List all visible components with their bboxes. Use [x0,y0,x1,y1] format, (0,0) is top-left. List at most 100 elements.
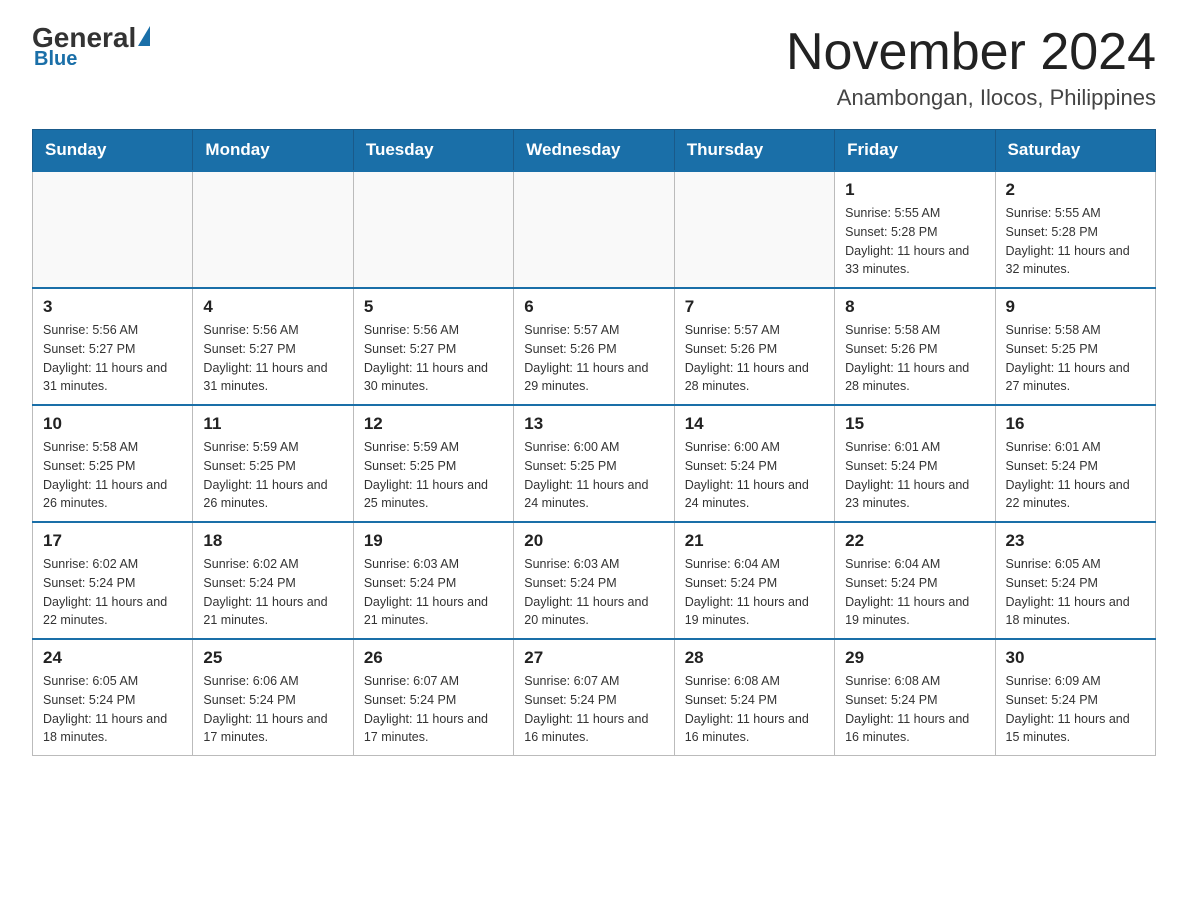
day-info: Sunrise: 6:02 AMSunset: 5:24 PMDaylight:… [203,555,342,630]
day-info: Sunrise: 5:56 AMSunset: 5:27 PMDaylight:… [43,321,182,396]
day-info: Sunrise: 5:58 AMSunset: 5:25 PMDaylight:… [1006,321,1145,396]
day-info: Sunrise: 6:01 AMSunset: 5:24 PMDaylight:… [845,438,984,513]
day-number: 18 [203,531,342,551]
calendar-cell: 10 Sunrise: 5:58 AMSunset: 5:25 PMDayligh… [33,405,193,522]
day-number: 8 [845,297,984,317]
calendar-cell: 4 Sunrise: 5:56 AMSunset: 5:27 PMDaylight… [193,288,353,405]
day-number: 26 [364,648,503,668]
calendar-title: November 2024 [786,24,1156,81]
day-info: Sunrise: 5:56 AMSunset: 5:27 PMDaylight:… [203,321,342,396]
day-info: Sunrise: 5:55 AMSunset: 5:28 PMDaylight:… [845,204,984,279]
day-info: Sunrise: 5:59 AMSunset: 5:25 PMDaylight:… [364,438,503,513]
calendar-cell: 19 Sunrise: 6:03 AMSunset: 5:24 PMDayligh… [353,522,513,639]
day-info: Sunrise: 6:01 AMSunset: 5:24 PMDaylight:… [1006,438,1145,513]
day-number: 7 [685,297,824,317]
day-number: 30 [1006,648,1145,668]
day-info: Sunrise: 6:05 AMSunset: 5:24 PMDaylight:… [1006,555,1145,630]
calendar-cell: 21 Sunrise: 6:04 AMSunset: 5:24 PMDayligh… [674,522,834,639]
week-row-1: 1 Sunrise: 5:55 AMSunset: 5:28 PMDaylight… [33,171,1156,288]
week-row-2: 3 Sunrise: 5:56 AMSunset: 5:27 PMDaylight… [33,288,1156,405]
day-number: 20 [524,531,663,551]
calendar-cell: 30Sunrise: 6:09 AMSunset: 5:24 PMDayligh… [995,639,1155,756]
day-number: 17 [43,531,182,551]
day-info: Sunrise: 6:03 AMSunset: 5:24 PMDaylight:… [524,555,663,630]
title-area: November 2024 Anambongan, Ilocos, Philip… [786,24,1156,111]
day-number: 13 [524,414,663,434]
day-info: Sunrise: 6:04 AMSunset: 5:24 PMDaylight:… [845,555,984,630]
calendar-cell: 17Sunrise: 6:02 AMSunset: 5:24 PMDayligh… [33,522,193,639]
day-number: 24 [43,648,182,668]
day-number: 21 [685,531,824,551]
calendar-cell: 24 Sunrise: 6:05 AMSunset: 5:24 PMDayligh… [33,639,193,756]
logo-area: General Blue [32,24,150,71]
column-header-saturday: Saturday [995,130,1155,172]
calendar-cell: 2 Sunrise: 5:55 AMSunset: 5:28 PMDaylight… [995,171,1155,288]
day-info: Sunrise: 6:04 AMSunset: 5:24 PMDaylight:… [685,555,824,630]
calendar-cell [353,171,513,288]
calendar-cell: 15 Sunrise: 6:01 AMSunset: 5:24 PMDayligh… [835,405,995,522]
day-info: Sunrise: 6:08 AMSunset: 5:24 PMDaylight:… [845,672,984,747]
column-header-sunday: Sunday [33,130,193,172]
day-info: Sunrise: 5:58 AMSunset: 5:25 PMDaylight:… [43,438,182,513]
calendar-cell [674,171,834,288]
day-info: Sunrise: 6:06 AMSunset: 5:24 PMDaylight:… [203,672,342,747]
calendar-cell [193,171,353,288]
day-number: 3 [43,297,182,317]
day-info: Sunrise: 6:08 AMSunset: 5:24 PMDaylight:… [685,672,824,747]
week-row-5: 24 Sunrise: 6:05 AMSunset: 5:24 PMDayligh… [33,639,1156,756]
calendar-cell [514,171,674,288]
calendar-cell: 29 Sunrise: 6:08 AMSunset: 5:24 PMDayligh… [835,639,995,756]
day-number: 25 [203,648,342,668]
column-header-wednesday: Wednesday [514,130,674,172]
calendar-cell: 18 Sunrise: 6:02 AMSunset: 5:24 PMDayligh… [193,522,353,639]
day-info: Sunrise: 5:57 AMSunset: 5:26 PMDaylight:… [685,321,824,396]
day-number: 5 [364,297,503,317]
day-info: Sunrise: 6:05 AMSunset: 5:24 PMDaylight:… [43,672,182,747]
day-number: 2 [1006,180,1145,200]
day-info: Sunrise: 6:00 AMSunset: 5:24 PMDaylight:… [685,438,824,513]
day-number: 10 [43,414,182,434]
calendar-cell: 6 Sunrise: 5:57 AMSunset: 5:26 PMDaylight… [514,288,674,405]
day-info: Sunrise: 6:00 AMSunset: 5:25 PMDaylight:… [524,438,663,513]
calendar-table: SundayMondayTuesdayWednesdayThursdayFrid… [32,129,1156,756]
calendar-cell [33,171,193,288]
calendar-cell: 13 Sunrise: 6:00 AMSunset: 5:25 PMDayligh… [514,405,674,522]
calendar-cell: 27 Sunrise: 6:07 AMSunset: 5:24 PMDayligh… [514,639,674,756]
day-number: 6 [524,297,663,317]
day-info: Sunrise: 5:55 AMSunset: 5:28 PMDaylight:… [1006,204,1145,279]
day-number: 12 [364,414,503,434]
calendar-cell: 25 Sunrise: 6:06 AMSunset: 5:24 PMDayligh… [193,639,353,756]
calendar-cell: 12 Sunrise: 5:59 AMSunset: 5:25 PMDayligh… [353,405,513,522]
calendar-cell: 16 Sunrise: 6:01 AMSunset: 5:24 PMDayligh… [995,405,1155,522]
calendar-cell: 3 Sunrise: 5:56 AMSunset: 5:27 PMDaylight… [33,288,193,405]
day-number: 29 [845,648,984,668]
logo-triangle-icon [138,26,150,46]
day-number: 27 [524,648,663,668]
day-number: 22 [845,531,984,551]
calendar-cell: 1 Sunrise: 5:55 AMSunset: 5:28 PMDaylight… [835,171,995,288]
day-info: Sunrise: 6:07 AMSunset: 5:24 PMDaylight:… [524,672,663,747]
logo-blue-text: Blue [34,48,77,71]
column-header-tuesday: Tuesday [353,130,513,172]
calendar-cell: 26 Sunrise: 6:07 AMSunset: 5:24 PMDayligh… [353,639,513,756]
week-row-4: 17 Sunrise: 6:02 AMSunset: 5:24 PMDayligh… [33,522,1156,639]
day-number: 14 [685,414,824,434]
calendar-cell: 5 Sunrise: 5:56 AMSunset: 5:27 PMDaylight… [353,288,513,405]
day-info: Sunrise: 5:58 AMSunset: 5:26 PMDaylight:… [845,321,984,396]
location-subtitle: Anambongan, Ilocos, Philippines [786,85,1156,111]
calendar-cell: 14 Sunrise: 6:00 AMSunset: 5:24 PMDayligh… [674,405,834,522]
day-number: 15 [845,414,984,434]
week-row-3: 10 Sunrise: 5:58 AMSunset: 5:25 PMDayligh… [33,405,1156,522]
day-info: Sunrise: 5:56 AMSunset: 5:27 PMDaylight:… [364,321,503,396]
day-number: 1 [845,180,984,200]
calendar-cell: 9Sunrise: 5:58 AMSunset: 5:25 PMDaylight… [995,288,1155,405]
day-info: Sunrise: 6:07 AMSunset: 5:24 PMDaylight:… [364,672,503,747]
day-info: Sunrise: 5:59 AMSunset: 5:25 PMDaylight:… [203,438,342,513]
day-number: 19 [364,531,503,551]
day-number: 16 [1006,414,1145,434]
day-number: 4 [203,297,342,317]
calendar-cell: 20 Sunrise: 6:03 AMSunset: 5:24 PMDayligh… [514,522,674,639]
column-header-monday: Monday [193,130,353,172]
day-info: Sunrise: 5:57 AMSunset: 5:26 PMDaylight:… [524,321,663,396]
day-info: Sunrise: 6:03 AMSunset: 5:24 PMDaylight:… [364,555,503,630]
